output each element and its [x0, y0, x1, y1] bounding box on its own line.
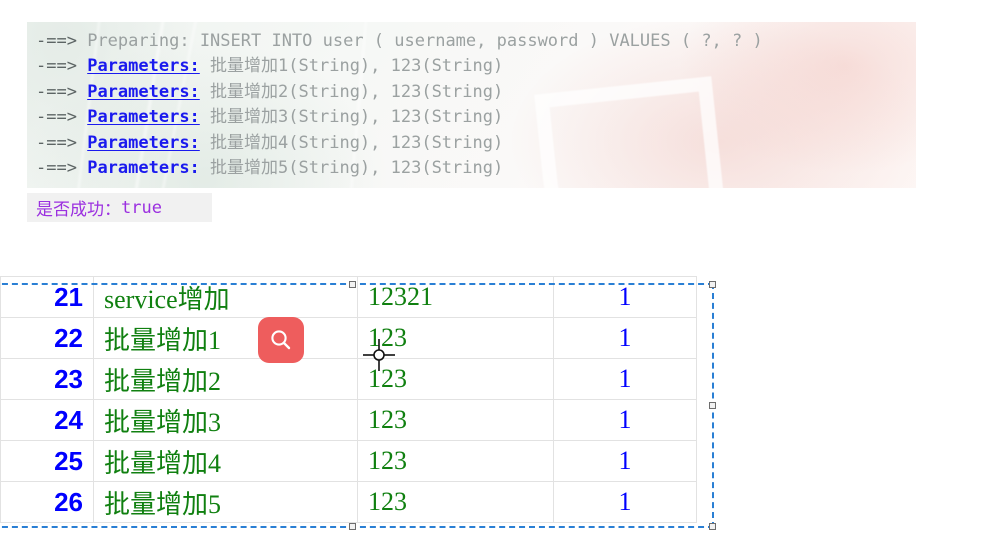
cell-username[interactable]: 批量增加3: [93, 399, 358, 441]
log-parameters-link[interactable]: Parameters:: [87, 133, 200, 153]
cell-password[interactable]: 123: [357, 399, 554, 441]
search-icon-badge[interactable]: [258, 317, 304, 363]
cell-count[interactable]: 1: [553, 481, 697, 523]
log-body: INSERT INTO user ( username, password ) …: [199, 31, 763, 51]
table-row[interactable]: 26 批量增加5 123 1: [0, 481, 697, 523]
log-parameters-link[interactable]: Parameters:: [87, 158, 200, 178]
log-body: 批量增加3(String), 123(String): [210, 107, 504, 128]
log-body: 批量增加2(String), 123(String): [210, 81, 504, 102]
result-status-line: 是否成功： true: [27, 193, 212, 222]
log-arrow: -==>: [36, 81, 77, 102]
log-body: 批量增加1(String), 123(String): [210, 56, 504, 77]
cell-password[interactable]: 123: [357, 317, 554, 359]
cell-count[interactable]: 1: [553, 276, 697, 318]
cell-password[interactable]: 12321: [357, 276, 554, 318]
cell-count[interactable]: 1: [553, 317, 697, 359]
table-row[interactable]: 24 批量增加3 123 1: [0, 399, 697, 441]
console-log-line: -==> Parameters: 批量增加4(String), 123(Stri…: [36, 131, 916, 156]
console-output-panel[interactable]: -==> Preparing: INSERT INTO user ( usern…: [27, 22, 916, 188]
cell-password[interactable]: 123: [357, 440, 554, 482]
cell-id[interactable]: 24: [0, 399, 94, 441]
log-arrow: -==>: [36, 107, 77, 128]
log-body: 批量增加5(String), 123(String): [210, 158, 504, 179]
log-arrow: -==>: [36, 132, 77, 153]
cell-id[interactable]: 23: [0, 358, 94, 400]
cell-count[interactable]: 1: [553, 440, 697, 482]
cell-password[interactable]: 123: [357, 358, 554, 400]
log-parameters-link[interactable]: Parameters:: [87, 82, 200, 102]
console-log-line: -==> Parameters: 批量增加2(String), 123(Stri…: [36, 80, 916, 105]
cell-username[interactable]: service增加: [93, 276, 358, 318]
table-row[interactable]: 21 service增加 12321 1: [0, 276, 697, 318]
cell-id[interactable]: 21: [0, 276, 94, 318]
console-log-line: -==> Parameters: 批量增加5(String), 123(Stri…: [36, 156, 916, 181]
user-data-table: 21 service增加 12321 1 22 批量增加1 123 1 23 批量增加2 123 1 2…: [0, 276, 697, 523]
resize-handle-top-right[interactable]: [709, 281, 716, 288]
cell-username[interactable]: 批量增加5: [93, 481, 358, 523]
log-parameters-link[interactable]: Parameters:: [87, 56, 200, 76]
console-log-line: -==> Parameters: 批量增加3(String), 123(Stri…: [36, 105, 916, 130]
table-row[interactable]: 25 批量增加4 123 1: [0, 440, 697, 482]
cell-id[interactable]: 22: [0, 317, 94, 359]
table-row[interactable]: 22 批量增加1 123 1: [0, 317, 697, 359]
cell-count[interactable]: 1: [553, 358, 697, 400]
table-row[interactable]: 23 批量增加2 123 1: [0, 358, 697, 400]
result-label: 是否成功：: [36, 200, 121, 220]
resize-handle-middle-right[interactable]: [709, 401, 716, 409]
cell-password[interactable]: 123: [357, 481, 554, 523]
search-icon: [271, 330, 291, 350]
log-arrow: -==>: [36, 158, 77, 179]
log-arrow: -==>: [36, 56, 77, 77]
cell-id[interactable]: 26: [0, 481, 94, 523]
cell-count[interactable]: 1: [553, 399, 697, 441]
cell-id[interactable]: 25: [0, 440, 94, 482]
console-log-line: -==> Parameters: 批量增加1(String), 123(Stri…: [36, 54, 916, 79]
result-value: true: [121, 197, 162, 218]
console-log-line: -==> Preparing: INSERT INTO user ( usern…: [36, 29, 916, 54]
data-table-container: 21 service增加 12321 1 22 批量增加1 123 1 23 批量增加2 123 1 2…: [0, 276, 697, 523]
cell-username[interactable]: 批量增加2: [93, 358, 358, 400]
resize-handle-bottom-center[interactable]: [349, 523, 356, 530]
cell-username[interactable]: 批量增加4: [93, 440, 358, 482]
log-arrow: -==>: [36, 31, 77, 51]
log-parameters-link[interactable]: Parameters:: [87, 107, 200, 127]
cell-username[interactable]: 批量增加1: [93, 317, 358, 359]
log-body: 批量增加4(String), 123(String): [210, 132, 504, 153]
console-log-lines: -==> Preparing: INSERT INTO user ( usern…: [27, 22, 916, 181]
log-label: Preparing:: [87, 31, 190, 51]
resize-handle-bottom-right[interactable]: [709, 523, 716, 530]
